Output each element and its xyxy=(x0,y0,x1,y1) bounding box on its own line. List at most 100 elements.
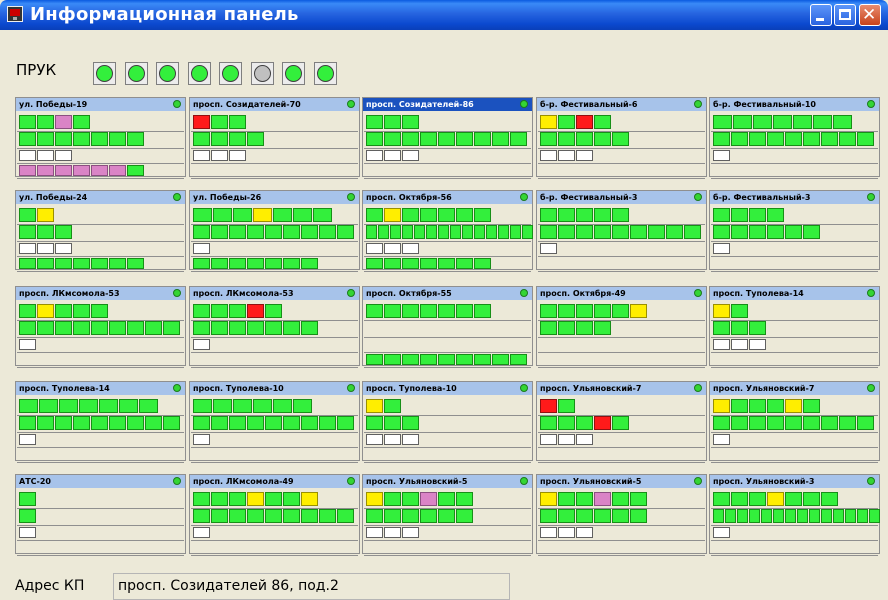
object-panel[interactable]: просп. Созидателей-70 xyxy=(189,97,360,179)
status-cell[interactable] xyxy=(366,150,383,161)
status-cell[interactable] xyxy=(713,339,730,350)
status-cell[interactable] xyxy=(612,225,629,239)
status-cell[interactable] xyxy=(540,509,557,523)
status-cell[interactable] xyxy=(749,225,766,239)
status-cell[interactable] xyxy=(773,115,792,129)
status-cell[interactable] xyxy=(648,225,665,239)
panel-header[interactable]: просп. Ульяновский-7 xyxy=(537,382,706,395)
status-cell[interactable] xyxy=(337,416,354,430)
status-cell[interactable] xyxy=(420,208,437,222)
status-cell[interactable] xyxy=(229,416,246,430)
maximize-button[interactable] xyxy=(834,4,856,26)
status-cell[interactable] xyxy=(384,399,401,413)
status-cell[interactable] xyxy=(857,416,874,430)
status-cell[interactable] xyxy=(450,225,461,239)
status-cell[interactable] xyxy=(91,321,108,335)
status-cell[interactable] xyxy=(540,321,557,335)
status-cell[interactable] xyxy=(420,354,437,365)
status-cell[interactable] xyxy=(402,243,419,254)
status-cell[interactable] xyxy=(109,132,126,146)
status-cell[interactable] xyxy=(301,492,318,506)
status-cell[interactable] xyxy=(813,115,832,129)
status-cell[interactable] xyxy=(540,225,557,239)
panel-header[interactable]: просп. Туполева-14 xyxy=(16,382,185,395)
object-panel[interactable]: ул. Победы-26 xyxy=(189,190,360,272)
object-panel[interactable]: просп. Туполева-14 xyxy=(15,381,186,463)
object-panel[interactable]: просп. Ульяновский-5 xyxy=(362,474,533,556)
panel-header[interactable]: просп. Октября-56 xyxy=(363,191,532,204)
status-cell[interactable] xyxy=(163,321,180,335)
panel-header[interactable]: б-р. Фестивальный-3 xyxy=(537,191,706,204)
status-cell[interactable] xyxy=(366,132,383,146)
status-cell[interactable] xyxy=(474,258,491,269)
object-panel[interactable]: просп. Ульяновский-5 xyxy=(536,474,707,556)
status-cell[interactable] xyxy=(594,304,611,318)
status-cell[interactable] xyxy=(749,399,766,413)
status-cell[interactable] xyxy=(211,509,228,523)
status-cell[interactable] xyxy=(127,321,144,335)
status-cell[interactable] xyxy=(803,399,820,413)
status-cell[interactable] xyxy=(402,304,419,318)
status-cell[interactable] xyxy=(384,434,401,445)
status-cell[interactable] xyxy=(73,258,90,269)
status-cell[interactable] xyxy=(821,492,838,506)
object-panel[interactable]: просп. ЛКмсомола-53 xyxy=(15,286,186,368)
status-cell[interactable] xyxy=(19,225,36,239)
status-cell[interactable] xyxy=(576,321,593,335)
status-cell[interactable] xyxy=(612,304,629,318)
status-cell[interactable] xyxy=(713,399,730,413)
status-cell[interactable] xyxy=(821,416,838,430)
status-cell[interactable] xyxy=(839,416,856,430)
status-cell[interactable] xyxy=(773,509,784,523)
status-cell[interactable] xyxy=(761,509,772,523)
status-cell[interactable] xyxy=(558,434,575,445)
status-cell[interactable] xyxy=(265,492,282,506)
status-cell[interactable] xyxy=(384,527,401,538)
status-cell[interactable] xyxy=(540,434,557,445)
status-cell[interactable] xyxy=(19,258,36,269)
status-cell[interactable] xyxy=(37,115,54,129)
status-cell[interactable] xyxy=(273,399,292,413)
status-cell[interactable] xyxy=(265,258,282,269)
status-cell[interactable] xyxy=(283,321,300,335)
status-cell[interactable] xyxy=(576,115,593,129)
status-cell[interactable] xyxy=(845,509,856,523)
status-cell[interactable] xyxy=(731,304,748,318)
panel-header[interactable]: просп. Туполева-14 xyxy=(710,287,879,300)
status-cell[interactable] xyxy=(803,416,820,430)
status-cell[interactable] xyxy=(193,115,210,129)
status-cell[interactable] xyxy=(283,492,300,506)
status-cell[interactable] xyxy=(193,416,210,430)
status-cell[interactable] xyxy=(486,225,497,239)
status-cell[interactable] xyxy=(731,132,748,146)
status-cell[interactable] xyxy=(833,509,844,523)
status-cell[interactable] xyxy=(233,208,252,222)
status-cell[interactable] xyxy=(456,258,473,269)
object-panel[interactable]: просп. Созидателей-86 xyxy=(362,97,533,179)
status-cell[interactable] xyxy=(253,208,272,222)
status-cell[interactable] xyxy=(767,416,784,430)
status-cell[interactable] xyxy=(109,165,126,176)
status-cell[interactable] xyxy=(127,258,144,269)
status-cell[interactable] xyxy=(594,492,611,506)
status-cell[interactable] xyxy=(366,258,383,269)
status-cell[interactable] xyxy=(384,509,401,523)
status-cell[interactable] xyxy=(229,509,246,523)
status-cell[interactable] xyxy=(492,354,509,365)
status-cell[interactable] xyxy=(558,509,575,523)
status-cell[interactable] xyxy=(438,354,455,365)
panel-header[interactable]: б-р. Фестивальный-3 xyxy=(710,191,879,204)
status-cell[interactable] xyxy=(785,225,802,239)
status-cell[interactable] xyxy=(684,225,701,239)
status-cell[interactable] xyxy=(456,304,473,318)
status-cell[interactable] xyxy=(821,132,838,146)
status-cell[interactable] xyxy=(229,258,246,269)
status-cell[interactable] xyxy=(109,321,126,335)
status-cell[interactable] xyxy=(420,509,437,523)
status-cell[interactable] xyxy=(462,225,473,239)
status-cell[interactable] xyxy=(73,165,90,176)
status-cell[interactable] xyxy=(211,132,228,146)
status-cell[interactable] xyxy=(594,509,611,523)
pruk-indicator-1[interactable] xyxy=(93,62,116,85)
status-cell[interactable] xyxy=(211,416,228,430)
